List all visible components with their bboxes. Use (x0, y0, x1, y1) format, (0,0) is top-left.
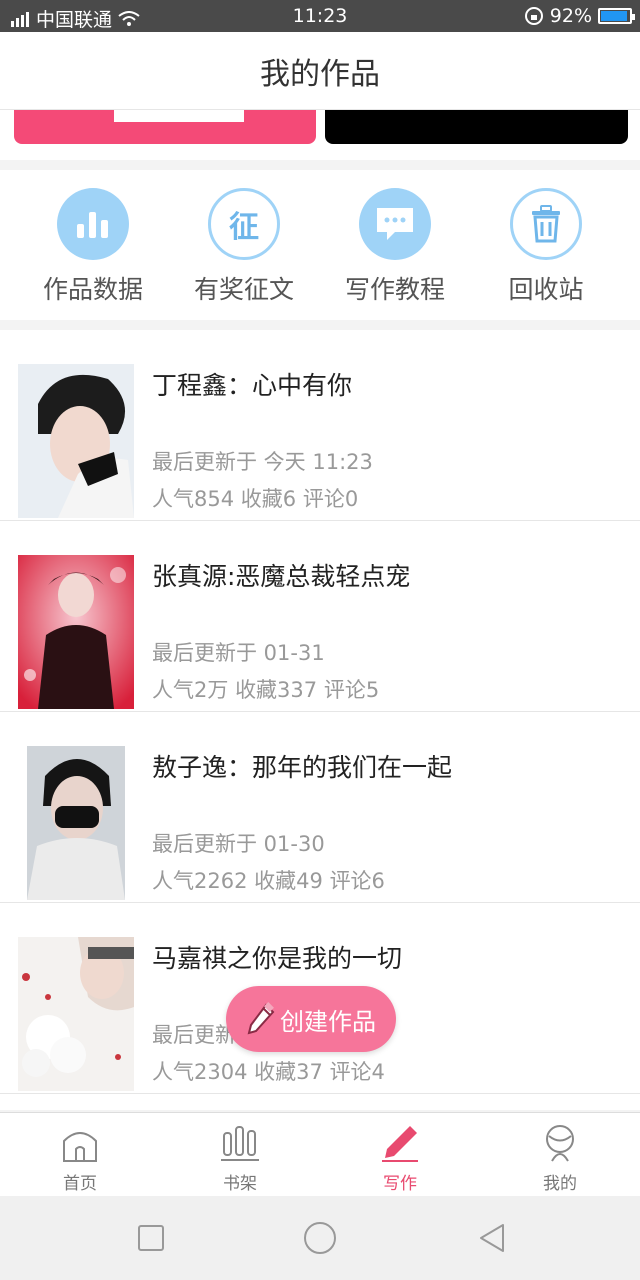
comments-count: 评论6 (329, 869, 385, 893)
quick-entries: 作品数据 征 有奖征文 写作教程 回收站 (0, 170, 640, 320)
contest-glyph: 征 (229, 210, 259, 245)
tab-write[interactable]: 写作 (320, 1121, 480, 1194)
tab-home[interactable]: 首页 (0, 1121, 160, 1194)
back-triangle-icon (480, 1224, 504, 1252)
battery-icon (598, 8, 635, 24)
bottom-tab-bar: 首页 书架 写作 我的 (0, 1112, 640, 1196)
work-updated: 最后更新于 01-30 (152, 832, 325, 856)
favorites-count: 收藏337 (235, 678, 318, 702)
bookshelf-icon (160, 1121, 320, 1165)
comments-count: 评论0 (302, 487, 359, 511)
user-icon (480, 1121, 640, 1165)
popularity-count: 人气2262 (152, 869, 248, 893)
quick-entry-works-data[interactable]: 作品数据 (18, 188, 168, 306)
status-right: 92% (524, 5, 635, 27)
popularity-count: 人气854 (152, 487, 235, 511)
recent-apps-button[interactable] (131, 1218, 171, 1258)
banner-card-black[interactable] (325, 110, 628, 144)
work-updated: 最后更新 (152, 1023, 236, 1047)
battery-level (601, 11, 627, 21)
status-bar: 中国联通 11:23 92% (0, 0, 640, 32)
tab-me[interactable]: 我的 (480, 1121, 640, 1194)
trash-icon (510, 188, 582, 260)
contest-icon: 征 (208, 188, 280, 260)
tab-bookshelf[interactable]: 书架 (160, 1121, 320, 1194)
back-button[interactable] (472, 1218, 512, 1258)
system-navigation-bar (0, 1196, 640, 1280)
work-cover-image (18, 364, 134, 518)
work-item[interactable]: 丁程鑫：心中有你 最后更新于 今天 11:23 人气854 收藏6 评论0 (0, 330, 640, 521)
page-title: 我的作品 (260, 56, 380, 92)
work-title: 敖子逸：那年的我们在一起 (152, 753, 453, 782)
work-item[interactable]: 张真源:恶魔总裁轻点宠 最后更新于 01-31 人气2万 收藏337 评论5 (0, 521, 640, 712)
favorites-count: 收藏49 (254, 869, 323, 893)
quick-entry-contest[interactable]: 征 有奖征文 (169, 188, 319, 306)
quick-entry-label: 作品数据 (42, 275, 143, 304)
favorites-count: 收藏6 (240, 487, 297, 511)
page-header: 我的作品 (0, 32, 640, 110)
work-stats: 人气2万 收藏337 评论5 (152, 674, 379, 704)
work-stats: 人气2262 收藏49 评论6 (152, 865, 385, 895)
work-item[interactable]: 敖子逸：那年的我们在一起 最后更新于 01-30 人气2262 收藏49 评论6 (0, 712, 640, 903)
pencil-icon (247, 1002, 275, 1035)
banner-carousel[interactable] (0, 110, 640, 160)
quick-entry-label: 写作教程 (344, 275, 445, 304)
quick-entry-label: 回收站 (508, 275, 584, 304)
tab-label: 我的 (543, 1174, 577, 1194)
tab-label: 书架 (223, 1174, 257, 1194)
work-title: 张真源:恶魔总裁轻点宠 (152, 562, 411, 591)
circle-icon (304, 1222, 336, 1254)
comments-count: 评论4 (329, 1060, 385, 1084)
tab-label: 写作 (383, 1174, 417, 1194)
quick-entry-recycle-bin[interactable]: 回收站 (471, 188, 621, 306)
chat-bubble-icon (359, 188, 431, 260)
work-updated: 最后更新于 01-31 (152, 641, 325, 665)
work-cover-image (27, 746, 125, 900)
work-stats: 人气2304 收藏37 评论4 (152, 1056, 385, 1086)
create-work-button[interactable]: 创建作品 (226, 986, 396, 1052)
popularity-count: 人气2万 (152, 678, 229, 702)
work-title: 丁程鑫：心中有你 (152, 371, 353, 400)
rotation-lock-icon (524, 7, 543, 25)
home-button[interactable] (300, 1218, 340, 1258)
work-stats: 人气854 收藏6 评论0 (152, 483, 358, 513)
create-work-label: 创建作品 (280, 1007, 376, 1036)
work-title: 马嘉祺之你是我的一切 (152, 944, 403, 973)
work-cover-image (18, 555, 134, 709)
popularity-count: 人气2304 (152, 1060, 248, 1084)
banner-card-pink[interactable] (14, 110, 316, 144)
pen-icon (320, 1121, 480, 1165)
bar-chart-icon (57, 188, 129, 260)
quick-entry-tutorial[interactable]: 写作教程 (320, 188, 470, 306)
favorites-count: 收藏37 (254, 1060, 323, 1084)
home-icon (0, 1121, 160, 1165)
work-updated: 最后更新于 今天 11:23 (152, 450, 373, 474)
square-icon (138, 1225, 164, 1251)
tab-label: 首页 (63, 1174, 97, 1194)
quick-entry-label: 有奖征文 (193, 275, 294, 304)
battery-percent: 92% (549, 5, 592, 27)
comments-count: 评论5 (323, 678, 380, 702)
work-cover-image (18, 937, 134, 1091)
